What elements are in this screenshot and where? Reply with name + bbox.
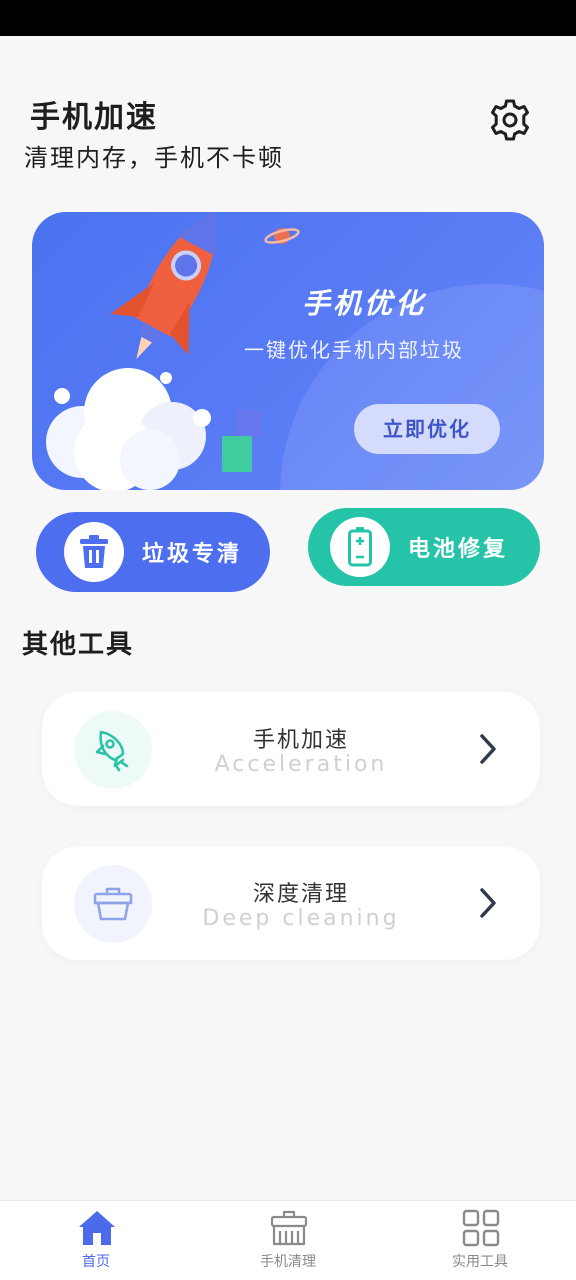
planet-icon <box>264 228 300 244</box>
settings-button[interactable] <box>486 96 534 144</box>
battery-icon <box>348 527 372 567</box>
home-icon <box>79 1211 115 1245</box>
optimize-banner[interactable]: 手机优化 一键优化手机内部垃圾 立即优化 <box>32 212 544 490</box>
tab-label-phone-clean: 手机清理 <box>260 1254 316 1270</box>
tools-section-title: 其他工具 <box>22 630 135 660</box>
chevron-right-icon <box>480 888 496 918</box>
tool-card-deep-cleaning[interactable]: 深度清理 Deep cleaning <box>42 846 540 960</box>
chevron-right-icon <box>480 734 496 764</box>
bottom-tab-bar: 首页 手机清理 实用工具 <box>0 1200 576 1280</box>
tool-card-acceleration[interactable]: 手机加速 Acceleration <box>42 692 540 806</box>
tab-utilities[interactable]: 实用工具 <box>384 1201 576 1280</box>
broom-icon <box>270 1210 308 1246</box>
junk-clean-label: 垃圾专清 <box>142 542 243 567</box>
junk-clean-button[interactable]: 垃圾专清 <box>36 512 270 592</box>
banner-title: 手机优化 <box>302 287 427 320</box>
battery-repair-label: 电池修复 <box>408 537 509 562</box>
trash-icon <box>80 535 108 568</box>
gear-icon <box>491 99 529 141</box>
grid-icon <box>462 1209 500 1247</box>
banner-subtitle: 一键优化手机内部垃圾 <box>244 338 464 362</box>
optimize-now-button[interactable]: 立即优化 <box>354 404 500 454</box>
status-bar <box>0 0 576 36</box>
battery-repair-button[interactable]: 电池修复 <box>308 508 540 586</box>
trash-icon-wrap <box>64 522 124 582</box>
page-subtitle: 清理内存，手机不卡顿 <box>24 144 284 172</box>
tab-phone-clean[interactable]: 手机清理 <box>192 1201 384 1280</box>
tab-label-utilities: 实用工具 <box>452 1254 508 1270</box>
tab-home[interactable]: 首页 <box>0 1201 192 1280</box>
tab-label-home: 首页 <box>82 1254 110 1270</box>
battery-icon-wrap <box>330 517 390 577</box>
page-title: 手机加速 <box>30 100 158 135</box>
